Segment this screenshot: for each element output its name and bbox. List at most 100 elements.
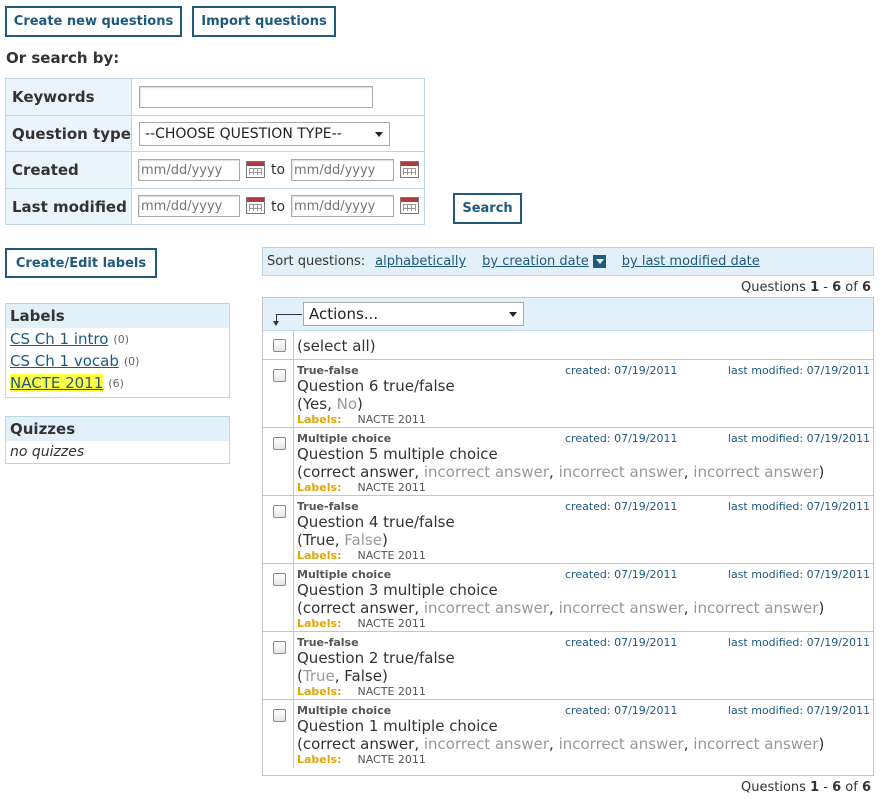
label-item[interactable]: NACTE 2011 (6) bbox=[6, 372, 229, 394]
question-checkbox[interactable] bbox=[273, 369, 286, 382]
created-from-input[interactable] bbox=[138, 159, 240, 181]
question-title[interactable]: Question 6 true/false bbox=[297, 377, 455, 395]
question-created-date: created: 07/19/2011 bbox=[565, 432, 678, 445]
question-type-select[interactable]: --CHOOSE QUESTION TYPE-- bbox=[139, 122, 390, 146]
question-answers: (True, False) bbox=[297, 667, 388, 685]
select-all-checkbox[interactable] bbox=[273, 339, 286, 352]
incorrect-answer: incorrect answer bbox=[423, 735, 550, 753]
labels-value: NACTE 2011 bbox=[357, 413, 426, 426]
count-start: 1 bbox=[810, 780, 820, 795]
count-sep: - bbox=[823, 280, 828, 295]
calendar-icon[interactable] bbox=[246, 161, 265, 178]
answers-sep: , bbox=[683, 463, 694, 481]
question-labels: Labels: NACTE 2011 bbox=[297, 481, 426, 494]
sort-desc-icon[interactable] bbox=[592, 255, 606, 268]
checkbox-cell bbox=[263, 428, 294, 495]
question-modified-date: last modified: 07/19/2011 bbox=[727, 364, 870, 377]
labels-key: Labels: bbox=[297, 617, 342, 630]
actions-select[interactable]: Actions... bbox=[303, 302, 524, 326]
sort-by-creation-date-link[interactable]: by creation date bbox=[482, 254, 589, 269]
incorrect-answer: True bbox=[302, 667, 335, 685]
answers-sep: , bbox=[549, 599, 559, 617]
count-sep: - bbox=[823, 780, 828, 795]
question-answers: (True, False) bbox=[297, 531, 388, 549]
answers-sep: , bbox=[334, 667, 345, 685]
label-item[interactable]: CS Ch 1 intro (0) bbox=[6, 328, 229, 350]
calendar-icon[interactable] bbox=[400, 161, 419, 178]
question-row: True-false created: 07/19/2011 last modifi… bbox=[263, 496, 873, 564]
question-answers: (correct answer, incorrect answer, incor… bbox=[297, 463, 824, 481]
calendar-icon[interactable] bbox=[400, 197, 419, 214]
labels-panel: Labels CS Ch 1 intro (0) CS Ch 1 vocab (… bbox=[5, 303, 230, 398]
incorrect-answer: incorrect answer bbox=[558, 735, 684, 753]
checkbox-cell bbox=[263, 632, 294, 699]
import-questions-button[interactable]: Import questions bbox=[192, 6, 336, 37]
question-title[interactable]: Question 4 true/false bbox=[297, 513, 455, 531]
question-title[interactable]: Question 1 multiple choice bbox=[297, 717, 498, 735]
question-created-date: created: 07/19/2011 bbox=[565, 636, 678, 649]
question-row: Multiple choice created: 07/19/2011 last m… bbox=[263, 700, 873, 768]
create-new-questions-button[interactable]: Create new questions bbox=[5, 6, 182, 37]
last-modified-label: Last modified bbox=[6, 189, 132, 224]
question-count-bottom: Questions 1 - 6 of 6 bbox=[741, 780, 871, 795]
labels-value: NACTE 2011 bbox=[357, 481, 426, 494]
search-heading: Or search by: bbox=[6, 49, 120, 67]
sort-by-last-modified-link[interactable]: by last modified date bbox=[622, 254, 760, 269]
count-of: of bbox=[845, 280, 858, 295]
question-row: Multiple choice created: 07/19/2011 last m… bbox=[263, 564, 873, 632]
question-labels: Labels: NACTE 2011 bbox=[297, 617, 426, 630]
answers-sep: , bbox=[683, 735, 694, 753]
label-link-cs-ch1-vocab[interactable]: CS Ch 1 vocab bbox=[10, 352, 119, 370]
questions-table: Actions... (select all) True-false create… bbox=[262, 297, 874, 776]
question-type: Multiple choice bbox=[297, 432, 392, 445]
question-modified-date: last modified: 07/19/2011 bbox=[727, 636, 870, 649]
modified-to-input[interactable] bbox=[291, 195, 394, 217]
search-button[interactable]: Search bbox=[453, 193, 522, 224]
question-labels: Labels: NACTE 2011 bbox=[297, 549, 426, 562]
question-modified-date: last modified: 07/19/2011 bbox=[727, 432, 870, 445]
keywords-input[interactable] bbox=[139, 86, 373, 108]
question-answers: (correct answer, incorrect answer, incor… bbox=[297, 735, 824, 753]
incorrect-answer: incorrect answer bbox=[693, 735, 819, 753]
create-edit-labels-button[interactable]: Create/Edit labels bbox=[5, 248, 157, 278]
question-labels: Labels: NACTE 2011 bbox=[297, 413, 426, 426]
count-of: of bbox=[845, 780, 858, 795]
label-link-nacte-2011[interactable]: NACTE 2011 bbox=[10, 374, 104, 392]
question-checkbox[interactable] bbox=[273, 505, 286, 518]
answers-close: ) bbox=[818, 599, 825, 617]
question-checkbox[interactable] bbox=[273, 573, 286, 586]
question-row: Multiple choice created: 07/19/2011 last m… bbox=[263, 428, 873, 496]
label-link-cs-ch1-intro[interactable]: CS Ch 1 intro bbox=[10, 330, 108, 348]
answers-close: ) bbox=[818, 463, 825, 481]
created-to-input[interactable] bbox=[291, 159, 394, 181]
answers-close: ) bbox=[357, 395, 363, 413]
question-title[interactable]: Question 3 multiple choice bbox=[297, 581, 498, 599]
label-item[interactable]: CS Ch 1 vocab (0) bbox=[6, 350, 229, 372]
question-row: True-false created: 07/19/2011 last modifi… bbox=[263, 360, 873, 428]
checkbox-cell bbox=[263, 360, 294, 427]
actions-bar: Actions... bbox=[263, 298, 873, 331]
modified-from-input[interactable] bbox=[138, 195, 240, 217]
sort-alphabetically-link[interactable]: alphabetically bbox=[375, 254, 466, 269]
incorrect-answer: incorrect answer bbox=[423, 599, 550, 617]
question-checkbox[interactable] bbox=[273, 437, 286, 450]
question-modified-date: last modified: 07/19/2011 bbox=[727, 704, 870, 717]
question-checkbox[interactable] bbox=[273, 709, 286, 722]
answers-sep: , bbox=[549, 463, 559, 481]
checkbox-cell bbox=[263, 700, 294, 768]
question-labels: Labels: NACTE 2011 bbox=[297, 753, 426, 766]
select-all-row: (select all) bbox=[263, 331, 873, 360]
checkbox-cell bbox=[263, 496, 294, 563]
question-title[interactable]: Question 2 true/false bbox=[297, 649, 455, 667]
incorrect-answer: incorrect answer bbox=[423, 463, 550, 481]
labels-key: Labels: bbox=[297, 413, 342, 426]
question-answers: (correct answer, incorrect answer, incor… bbox=[297, 599, 824, 617]
incorrect-answer: False bbox=[344, 531, 382, 549]
arrow-elbow-icon bbox=[273, 314, 302, 326]
question-checkbox[interactable] bbox=[273, 641, 286, 654]
calendar-icon[interactable] bbox=[246, 197, 265, 214]
question-modified-date: last modified: 07/19/2011 bbox=[727, 500, 870, 513]
question-title[interactable]: Question 5 multiple choice bbox=[297, 445, 498, 463]
labels-value: NACTE 2011 bbox=[357, 549, 426, 562]
chevron-down-icon bbox=[509, 312, 517, 317]
